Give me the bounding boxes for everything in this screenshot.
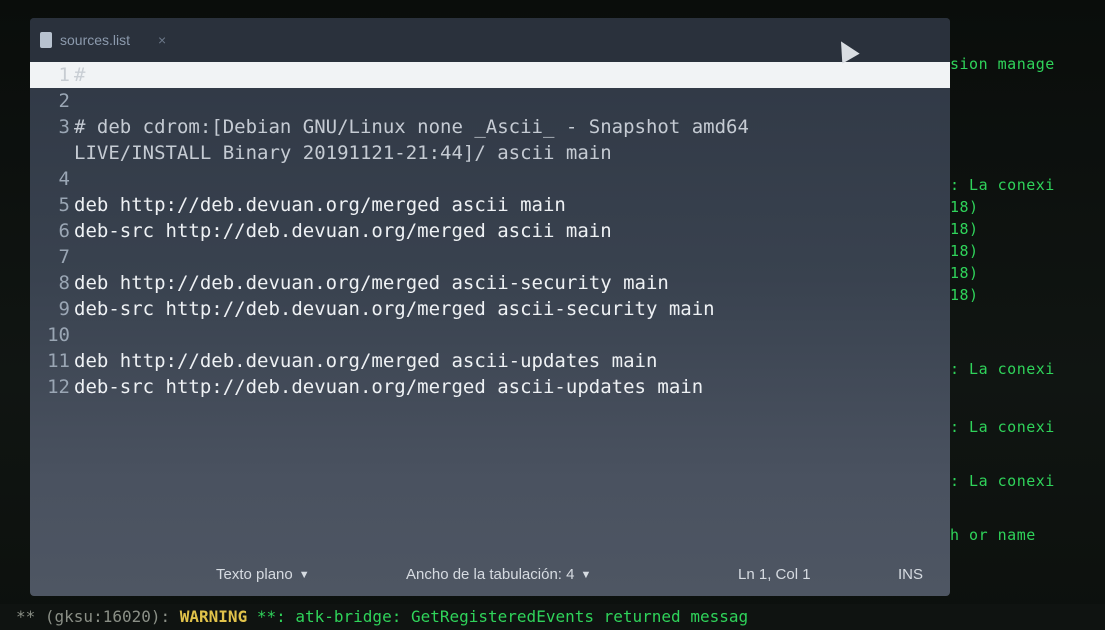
- code-line: 5 deb http://deb.devuan.org/merged ascii …: [30, 192, 950, 218]
- insert-mode[interactable]: INS: [898, 566, 923, 583]
- line-number: 8: [58, 272, 70, 294]
- terminal-line: sion manage: [950, 55, 1055, 73]
- code-line: 6 deb-src http://deb.devuan.org/merged as…: [30, 218, 950, 244]
- line-text: deb http://deb.devuan.org/merged ascii-s…: [74, 272, 669, 294]
- code-line: 11 deb http://deb.devuan.org/merged ascii…: [30, 348, 950, 374]
- line-text: deb http://deb.devuan.org/merged ascii-u…: [74, 350, 658, 372]
- terminal-line: : La conexi: [950, 176, 1055, 194]
- code-line: 8 deb http://deb.devuan.org/merged ascii-…: [30, 270, 950, 296]
- cursor-position-label: Ln 1, Col 1: [738, 566, 811, 583]
- line-text: deb-src http://deb.devuan.org/merged asc…: [74, 376, 704, 398]
- code-line: 10: [30, 322, 950, 348]
- code-line: 9 deb-src http://deb.devuan.org/merged as…: [30, 296, 950, 322]
- tab-width-selector[interactable]: Ancho de la tabulación: 4 ▼: [406, 566, 591, 583]
- line-text: deb-src http://deb.devuan.org/merged asc…: [74, 298, 715, 320]
- code-line: 4: [30, 166, 950, 192]
- code-line: 1 #: [30, 62, 950, 88]
- terminal-line: h or name: [950, 526, 1036, 544]
- terminal-message: **: atk-bridge: GetRegisteredEvents retu…: [247, 607, 749, 626]
- close-icon[interactable]: ×: [158, 32, 166, 48]
- terminal-line: : La conexi: [950, 472, 1055, 490]
- language-selector[interactable]: Texto plano ▼: [216, 566, 310, 583]
- terminal-line: : La conexi: [950, 360, 1055, 378]
- terminal-line: 18): [950, 286, 979, 304]
- code-area[interactable]: 1 # 2 3 # deb cdrom:[Debian GNU/Linux none…: [30, 62, 950, 400]
- code-line: 2: [30, 88, 950, 114]
- code-line: 12 deb-src http://deb.devuan.org/merged a…: [30, 374, 950, 400]
- line-number: 9: [58, 298, 70, 320]
- line-text-wrapped: LIVE/INSTALL Binary 20191121-21:44]/ asc…: [74, 142, 612, 164]
- tab-sources-list[interactable]: sources.list ×: [40, 28, 166, 52]
- line-number: 10: [47, 324, 70, 346]
- line-number: 1: [58, 64, 70, 86]
- line-number: 6: [58, 220, 70, 242]
- line-number: 5: [58, 194, 70, 216]
- code-line: 7: [30, 244, 950, 270]
- terminal-line: 18): [950, 264, 979, 282]
- insert-mode-label: INS: [898, 566, 924, 583]
- warning-label: WARNING: [179, 607, 248, 626]
- chevron-down-icon: ▼: [580, 568, 592, 581]
- line-number: 12: [47, 376, 70, 398]
- terminal-warning-line: ** (gksu:16020): WARNING **: atk-bridge:…: [0, 604, 1105, 630]
- tab-bar: sources.list ×: [30, 18, 950, 62]
- status-bar: Texto plano ▼ Ancho de la tabulación: 4 …: [30, 554, 950, 596]
- line-number: 3: [58, 116, 70, 138]
- chevron-down-icon: ▼: [298, 568, 310, 581]
- terminal-prefix: ** (gksu:16020):: [16, 607, 180, 626]
- line-number: 11: [47, 350, 70, 372]
- terminal-line: : La conexi: [950, 418, 1055, 436]
- language-label: Texto plano: [216, 566, 293, 583]
- terminal-line: 18): [950, 220, 979, 238]
- file-icon: [40, 32, 52, 48]
- tab-label: sources.list: [60, 32, 131, 48]
- cursor-position[interactable]: Ln 1, Col 1: [738, 566, 811, 583]
- line-text: # deb cdrom:[Debian GNU/Linux none _Asci…: [74, 116, 749, 138]
- text-editor-window: sources.list × 1 # 2 3 # deb cdrom:[Debian…: [30, 18, 950, 596]
- tab-width-label: Ancho de la tabulación: 4: [406, 566, 575, 583]
- line-number: 4: [58, 168, 70, 190]
- line-text: deb http://deb.devuan.org/merged ascii m…: [74, 194, 566, 216]
- code-line: 3 # deb cdrom:[Debian GNU/Linux none _Asc…: [30, 114, 950, 166]
- line-number: 2: [58, 90, 70, 112]
- line-text: deb-src http://deb.devuan.org/merged asc…: [74, 220, 612, 242]
- line-number: 7: [58, 246, 70, 268]
- terminal-line: 18): [950, 198, 979, 216]
- line-text: #: [74, 64, 86, 86]
- terminal-line: 18): [950, 242, 979, 260]
